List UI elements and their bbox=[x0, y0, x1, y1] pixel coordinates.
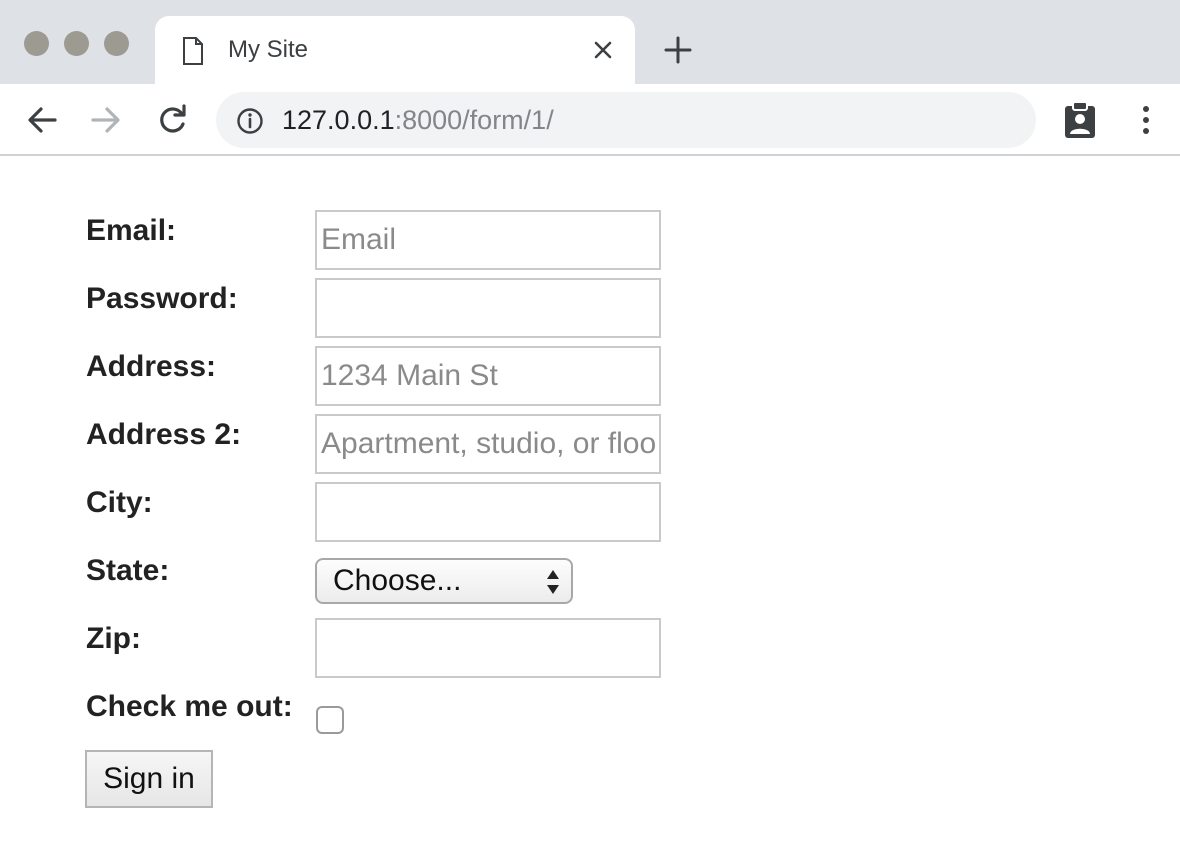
info-icon[interactable] bbox=[236, 107, 264, 135]
close-icon[interactable] bbox=[587, 34, 619, 66]
check-me-out-checkbox[interactable] bbox=[316, 706, 344, 734]
tab-my-site[interactable]: My Site bbox=[155, 16, 635, 84]
browser-toolbar: 127.0.0.1:8000/form/1/ bbox=[0, 84, 1180, 156]
url-host: 127.0.0.1 bbox=[282, 105, 395, 135]
plus-icon[interactable] bbox=[660, 32, 696, 68]
state-selected-value: Choose... bbox=[333, 564, 462, 597]
city-field[interactable] bbox=[315, 482, 661, 542]
address2-field[interactable] bbox=[315, 414, 661, 474]
email-label: Email: bbox=[86, 214, 177, 247]
url-text: 127.0.0.1:8000/form/1/ bbox=[282, 105, 554, 136]
zip-field[interactable] bbox=[315, 618, 661, 678]
address-field[interactable] bbox=[315, 346, 661, 406]
tab-strip: My Site bbox=[0, 0, 1180, 84]
reload-icon[interactable] bbox=[154, 102, 190, 138]
address-label: Address: bbox=[86, 350, 217, 383]
select-arrows-icon bbox=[547, 570, 559, 594]
address-bar[interactable]: 127.0.0.1:8000/form/1/ bbox=[216, 92, 1036, 148]
city-label: City: bbox=[86, 486, 153, 519]
tab-title: My Site bbox=[228, 36, 309, 63]
arrow-left-icon[interactable] bbox=[24, 102, 60, 138]
state-label: State: bbox=[86, 554, 170, 587]
state-select[interactable]: Choose... bbox=[315, 558, 573, 604]
kebab-menu-icon[interactable] bbox=[1132, 102, 1160, 138]
zip-label: Zip: bbox=[86, 622, 141, 655]
password-label: Password: bbox=[86, 282, 238, 315]
clipboard-account-icon[interactable] bbox=[1062, 100, 1098, 140]
arrow-right-icon[interactable] bbox=[88, 102, 124, 138]
page-icon bbox=[183, 37, 203, 65]
window-close-dot[interactable] bbox=[24, 31, 49, 56]
url-path: :8000/form/1/ bbox=[394, 105, 554, 135]
password-field[interactable] bbox=[315, 278, 661, 338]
check-me-out-label: Check me out: bbox=[86, 690, 293, 723]
sign-in-button[interactable]: Sign in bbox=[85, 750, 213, 808]
window-maximize-dot[interactable] bbox=[104, 31, 129, 56]
address2-label: Address 2: bbox=[86, 418, 242, 451]
email-field[interactable] bbox=[315, 210, 661, 270]
window-minimize-dot[interactable] bbox=[64, 31, 89, 56]
